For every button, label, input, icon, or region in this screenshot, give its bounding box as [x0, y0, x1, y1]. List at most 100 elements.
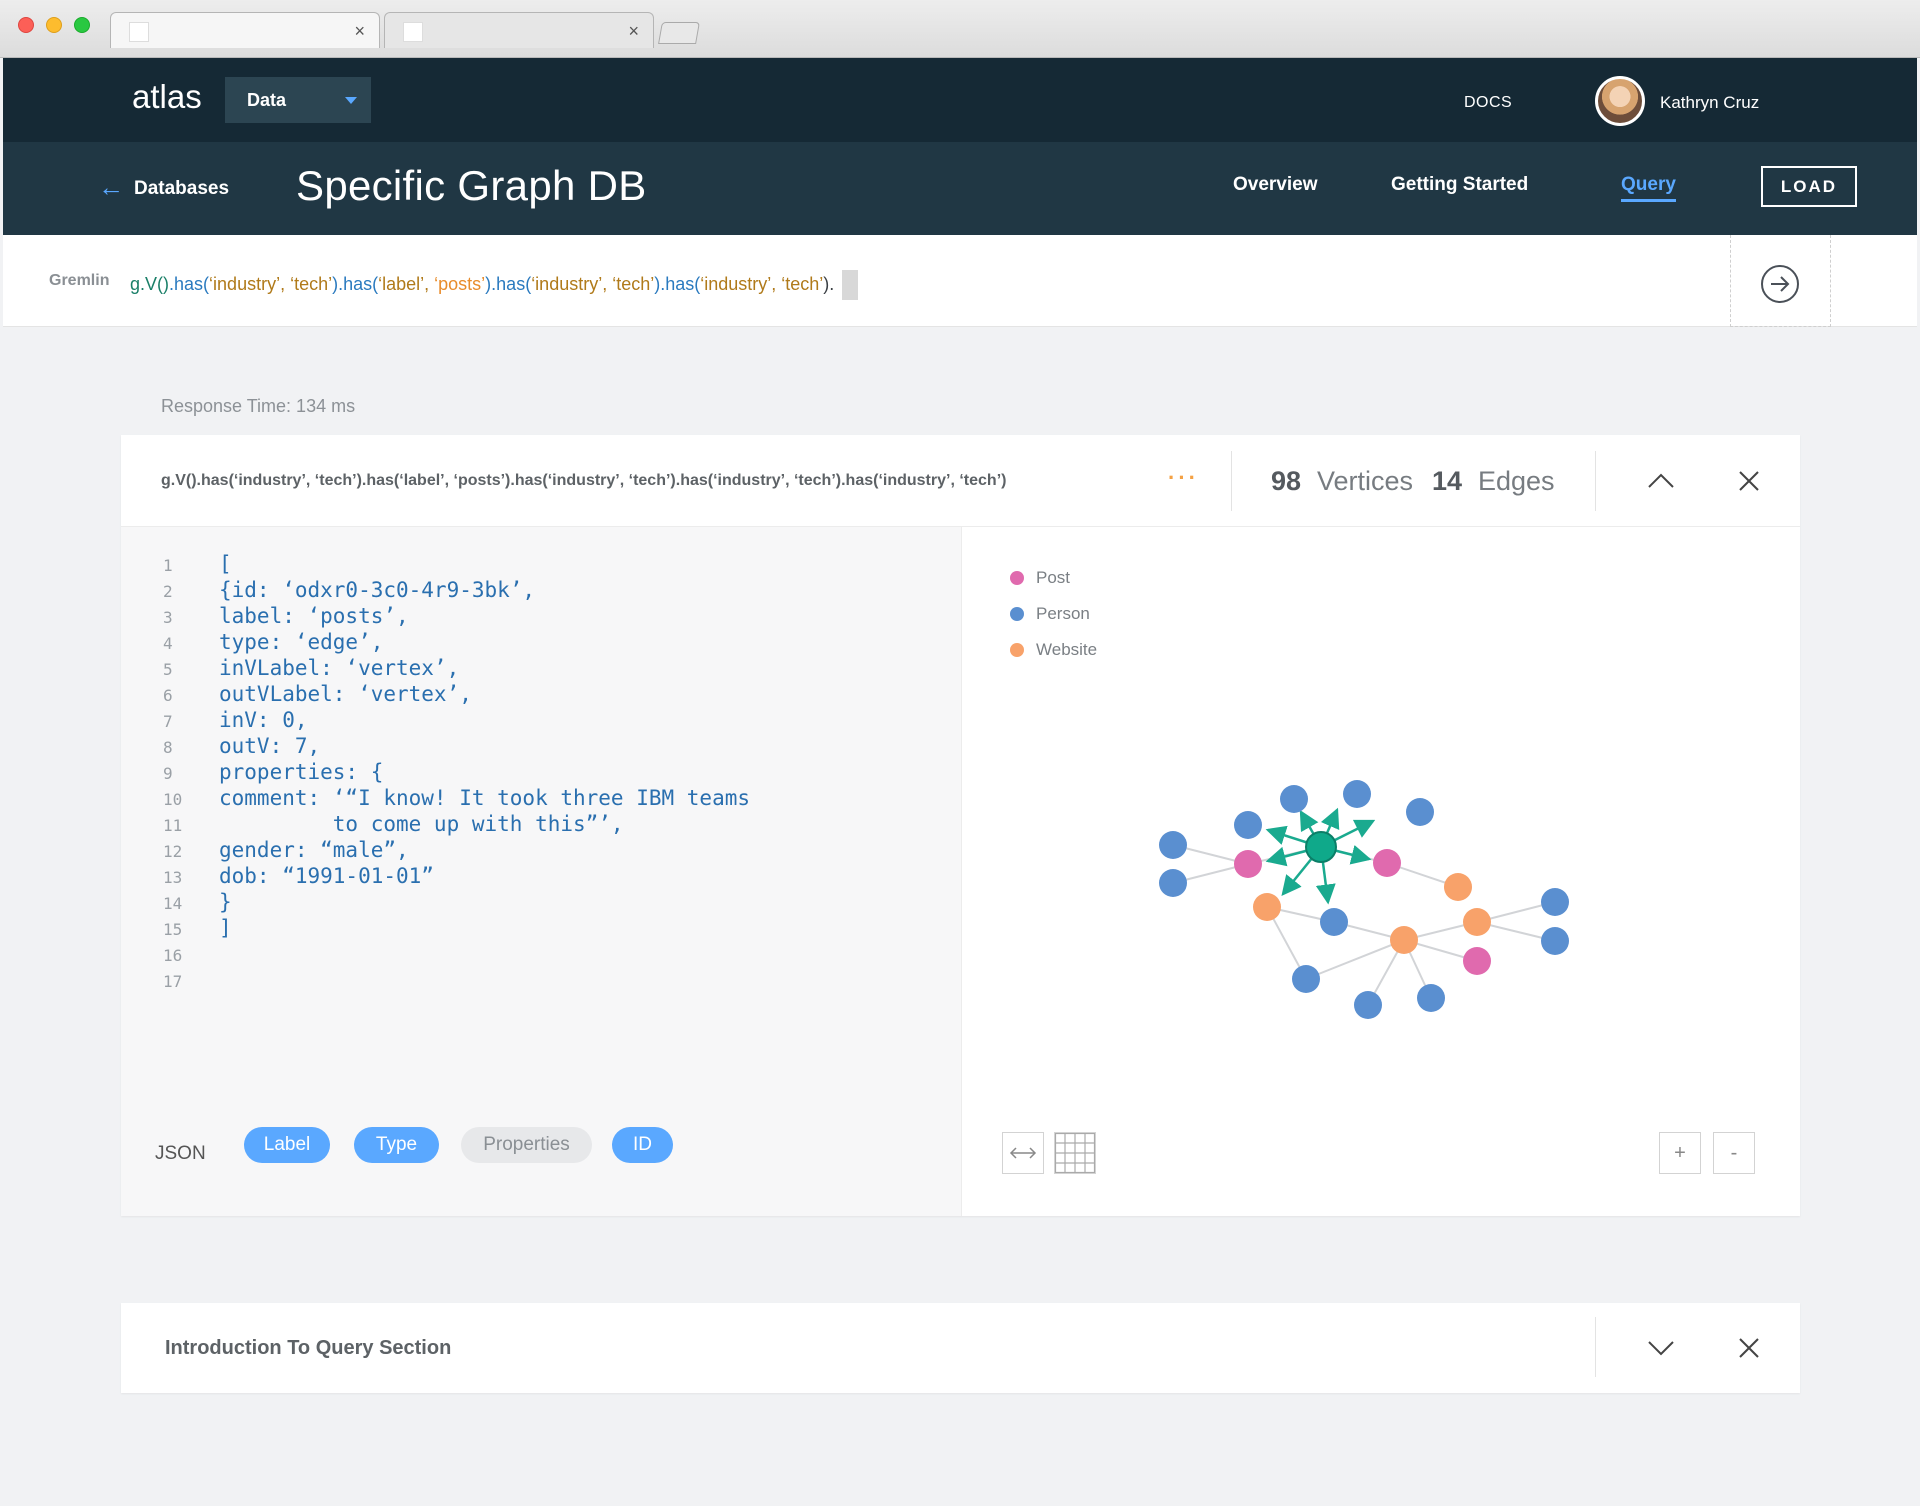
line-number: 7 [163, 712, 173, 731]
query-token: ).has( [485, 273, 532, 294]
close-icon [1739, 471, 1759, 491]
graph-node-person[interactable] [1406, 798, 1434, 826]
graph-panel[interactable]: Post Person Website + - [961, 527, 1800, 1216]
browser-tab-2[interactable]: × [384, 12, 654, 48]
response-time: Response Time: 134 ms [161, 396, 356, 416]
graph-node-person[interactable] [1320, 908, 1348, 936]
code-text: dob: “1991-01-01” [219, 864, 434, 888]
app-logo[interactable]: atlas [132, 78, 202, 116]
code-text: gender: “male”, [219, 838, 409, 862]
tab-query[interactable]: Query [1621, 174, 1676, 202]
back-databases-link[interactable]: Databases [134, 178, 229, 200]
browser-chrome: × × [0, 0, 1920, 58]
expand-button[interactable] [1643, 1330, 1679, 1366]
query-token: g.V() [130, 273, 170, 294]
fit-width-button[interactable] [1002, 1132, 1044, 1174]
graph-node-website[interactable] [1253, 893, 1281, 921]
query-token: ).has( [332, 273, 379, 294]
result-header: g.V().has(‘industry’, ‘tech’).has(‘label… [121, 435, 1800, 527]
query-input[interactable]: g.V().has(‘industry’, ‘tech’).has(‘label… [130, 270, 859, 300]
line-number: 9 [163, 764, 173, 783]
avatar[interactable] [1595, 76, 1645, 126]
graph-node-selected[interactable] [1305, 831, 1337, 863]
code-text: inVLabel: ‘vertex’, [219, 656, 460, 680]
graph-node-website[interactable] [1463, 908, 1491, 936]
grid-icon [1054, 1132, 1096, 1174]
close-tab-icon[interactable]: × [354, 21, 365, 42]
section-dropdown[interactable]: Data [225, 77, 371, 123]
close-intro-button[interactable] [1731, 1330, 1767, 1366]
maximize-window-button[interactable] [74, 17, 90, 33]
filter-pill-label[interactable]: Label [244, 1127, 330, 1163]
new-tab-button[interactable] [658, 22, 700, 44]
load-button[interactable]: LOAD [1761, 166, 1857, 207]
line-number: 12 [163, 842, 183, 861]
query-language-label: Gremlin [49, 272, 110, 289]
run-query-area [1730, 235, 1831, 327]
close-window-button[interactable] [18, 17, 34, 33]
filter-pill-type[interactable]: Type [354, 1127, 439, 1163]
minimize-window-button[interactable] [46, 17, 62, 33]
code-line: 17 [121, 965, 961, 997]
line-number: 3 [163, 608, 173, 627]
query-token: .has( [169, 273, 210, 294]
filter-pill-properties[interactable]: Properties [461, 1127, 592, 1163]
docs-link[interactable]: DOCS [1464, 94, 1512, 112]
more-options-icon[interactable]: ··· [1168, 465, 1199, 491]
query-token: ‘industry’, ‘tech’ [531, 273, 655, 294]
code-text: {id: ‘odxr0-3c0-4r9-3bk’, [219, 578, 536, 602]
close-result-button[interactable] [1731, 463, 1767, 499]
line-number: 13 [163, 868, 183, 887]
code-text: comment: ‘“I know! It took three IBM tea… [219, 786, 751, 810]
line-number: 5 [163, 660, 173, 679]
run-query-button[interactable] [1761, 265, 1799, 303]
filter-pill-id[interactable]: ID [612, 1127, 673, 1163]
text-cursor [842, 270, 859, 300]
graph-node-person[interactable] [1292, 965, 1320, 993]
graph-node-post[interactable] [1373, 849, 1401, 877]
query-token: ‘label’, [378, 273, 435, 294]
divider [1595, 1317, 1596, 1377]
chevron-up-icon [1648, 473, 1674, 488]
graph-edge [1305, 939, 1405, 980]
graph-node-post[interactable] [1463, 947, 1491, 975]
graph-node-person[interactable] [1541, 888, 1569, 916]
code-text: inV: 0, [219, 708, 308, 732]
json-code-panel[interactable]: 1 [2 {id: ‘odxr0-3c0-4r9-3bk’, 3 label: ‘pos… [121, 527, 961, 1216]
code-text: ] [219, 916, 232, 940]
graph-node-website[interactable] [1390, 926, 1418, 954]
graph-node-person[interactable] [1541, 927, 1569, 955]
browser-tab-1[interactable]: × [110, 12, 380, 48]
graph-node-person[interactable] [1343, 780, 1371, 808]
graph-node-person[interactable] [1159, 869, 1187, 897]
query-token: ). [823, 273, 835, 294]
graph-node-person[interactable] [1234, 811, 1262, 839]
graph-visualization[interactable] [962, 527, 1801, 1216]
graph-node-person[interactable] [1280, 785, 1308, 813]
arrow-left-icon[interactable]: ← [98, 172, 124, 203]
line-number: 1 [163, 556, 173, 575]
zoom-out-button[interactable]: - [1713, 1132, 1755, 1174]
query-token: ‘industry’, ‘tech’ [700, 273, 824, 294]
chevron-down-icon [345, 97, 357, 104]
graph-node-person[interactable] [1417, 984, 1445, 1012]
tab-overview[interactable]: Overview [1233, 174, 1318, 196]
user-name[interactable]: Kathryn Cruz [1660, 93, 1759, 113]
close-tab-icon[interactable]: × [628, 21, 639, 42]
intro-section-title: Introduction To Query Section [165, 1337, 452, 1359]
code-text: outVLabel: ‘vertex’, [219, 682, 472, 706]
code-text: } [219, 890, 232, 914]
grid-view-button[interactable] [1054, 1132, 1096, 1174]
graph-node-person[interactable] [1354, 991, 1382, 1019]
tab-getting-started[interactable]: Getting Started [1391, 174, 1528, 196]
graph-node-person[interactable] [1159, 831, 1187, 859]
collapse-button[interactable] [1643, 463, 1679, 499]
vertices-count: 98 [1271, 466, 1302, 496]
graph-node-website[interactable] [1444, 873, 1472, 901]
line-number: 17 [163, 972, 183, 991]
divider [1595, 451, 1596, 511]
graph-node-post[interactable] [1234, 850, 1262, 878]
page-title: Specific Graph DB [296, 162, 647, 209]
code-text: to come up with this”’, [219, 812, 624, 836]
zoom-in-button[interactable]: + [1659, 1132, 1701, 1174]
